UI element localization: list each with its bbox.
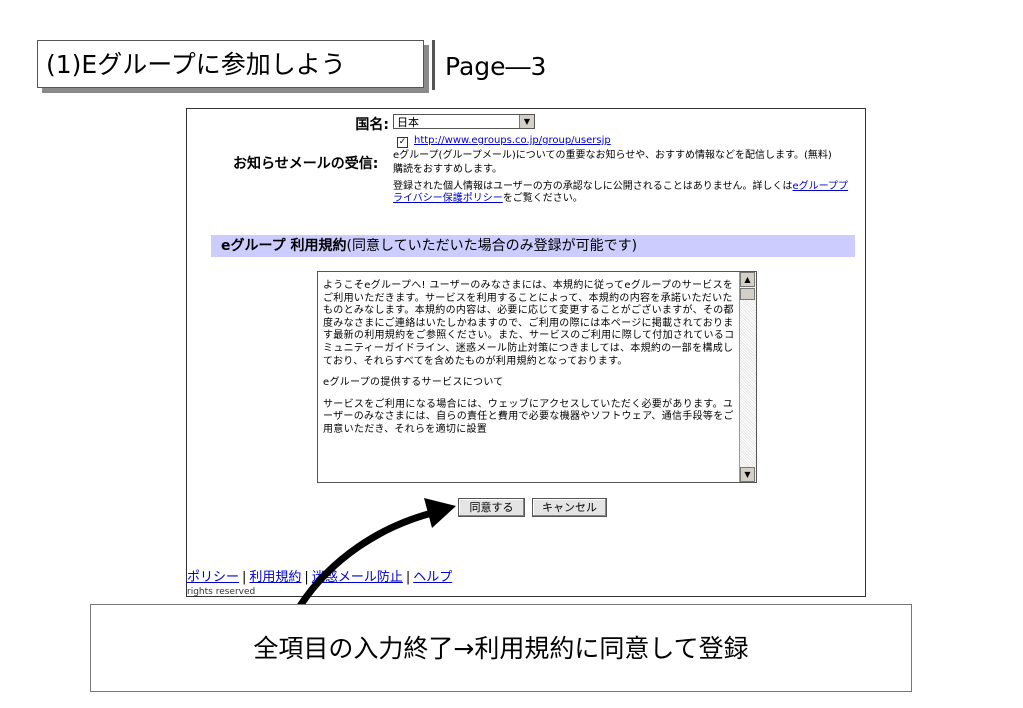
terms-header-title: eグループ 利用規約: [221, 238, 347, 254]
mail-group-link[interactable]: http://www.egroups.co.jp/group/usersjp: [414, 135, 611, 146]
country-select[interactable]: 日本 ▼: [393, 114, 535, 129]
mail-recommend: 購読をおすすめします。: [393, 164, 502, 175]
country-row: 国名: 日本 ▼: [187, 113, 865, 133]
mail-subscription-block: ✓ http://www.egroups.co.jp/group/usersjp …: [393, 135, 855, 205]
terms-header: eグループ 利用規約(同意していただいた場合のみ登録が可能です): [211, 235, 855, 257]
cancel-button[interactable]: キャンセル: [532, 498, 607, 517]
footer-separator: |: [242, 570, 247, 585]
terms-paragraph: サービスをご利用になる場合には、ウェッブにアクセスしていただく必要があります。ユ…: [323, 398, 734, 435]
slide-title: (1)Eグループに参加しよう: [37, 40, 424, 88]
footer-link-terms[interactable]: 利用規約: [249, 570, 301, 585]
privacy-note: 登録された個人情報はユーザーの方の承認なしに公開されることはありません。詳しくは…: [393, 181, 855, 205]
footer-link-help[interactable]: ヘルプ: [413, 570, 452, 585]
agree-button[interactable]: 同意する: [458, 498, 525, 517]
terms-paragraph: eグループの提供するサービスについて: [323, 377, 504, 389]
privacy-text-after: をご覧ください。: [502, 193, 583, 204]
terms-scrollbar[interactable]: ▲ ▼: [739, 272, 756, 482]
mail-subscription-checkbox[interactable]: ✓: [397, 137, 408, 148]
scroll-down-icon[interactable]: ▼: [740, 467, 755, 482]
scroll-thumb[interactable]: [740, 288, 755, 300]
country-select-value: 日本: [397, 116, 419, 129]
scroll-up-icon[interactable]: ▲: [740, 272, 755, 287]
page-label: Page―3: [432, 40, 546, 90]
footer-links: ポリシー | 利用規約 | 迷惑メール防止 | ヘルプ: [187, 566, 452, 585]
slide-caption: 全項目の入力終了→利用規約に同意して登録: [90, 604, 912, 692]
mail-description: eグループ(グループメール)についての重要なお知らせや、おすすめ情報などを配信し…: [393, 150, 832, 161]
terms-textarea[interactable]: ようこそeグループへ! ユーザーのみなさまには、本規約に従ってeグループのサービ…: [317, 271, 757, 483]
registration-screenshot: 国名: 日本 ▼ お知らせメールの受信: ✓ http://www.egroups…: [186, 108, 866, 597]
chevron-down-icon[interactable]: ▼: [519, 115, 534, 128]
footer-separator: |: [405, 570, 411, 585]
privacy-text-before: 登録された個人情報はユーザーの方の承認なしに公開されることはありません。詳しくは: [393, 181, 793, 192]
terms-header-note: (同意していただいた場合のみ登録が可能です): [346, 238, 638, 254]
rights-text: rights reserved: [187, 587, 256, 597]
country-label: 国名:: [355, 117, 389, 133]
footer-link-policy[interactable]: ポリシー: [187, 570, 239, 585]
terms-paragraph: ようこそeグループへ! ユーザーのみなさまには、本規約に従ってeグループのサービ…: [323, 280, 735, 367]
mail-subscription-label: お知らせメールの受信:: [233, 156, 379, 172]
footer-separator: |: [304, 570, 309, 585]
terms-text: ようこそeグループへ! ユーザーのみなさまには、本規約に従ってeグループのサービ…: [323, 280, 735, 446]
footer-link-spam[interactable]: 迷惑メール防止: [312, 570, 403, 585]
